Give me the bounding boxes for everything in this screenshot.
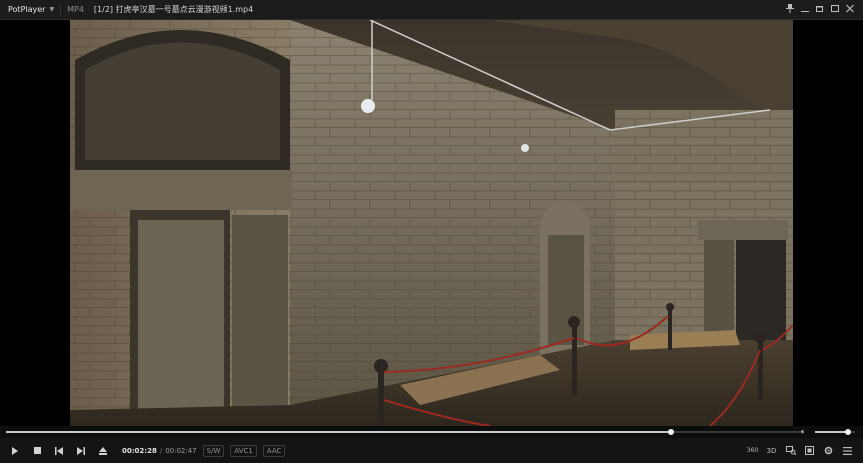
title-bar: PotPlayer ▼ MP4 [1/2] 打虎亭汉墓一号墓点云漫游视频1.mp… (0, 0, 863, 20)
current-time: 00:02:28 (122, 446, 157, 455)
control-bar: 00:02:28 / 00:02:47 S/W AVC1 AAC 360 3D (0, 438, 863, 463)
seek-bar-area: 🔈︎ (0, 426, 863, 438)
video-codec-badge[interactable]: AVC1 (230, 444, 257, 457)
volume-handle[interactable] (844, 429, 851, 435)
vr-360-icon[interactable]: 360 (743, 440, 762, 462)
volume-slider[interactable] (815, 429, 855, 435)
subtitle-search-icon[interactable] (781, 440, 800, 462)
pin-icon[interactable] (783, 4, 797, 16)
eject-icon[interactable] (92, 440, 114, 462)
volume-control: 🔈︎ (801, 426, 855, 438)
window-controls (782, 0, 857, 20)
stop-icon[interactable] (26, 440, 48, 462)
video-frame (70, 20, 793, 426)
volume-level (815, 431, 848, 433)
vr-360-label: 360 (746, 447, 759, 454)
3d-label: 3D (766, 446, 777, 455)
time-separator: / (159, 446, 163, 455)
video-viewport[interactable] (0, 20, 863, 426)
audio-codec-badge[interactable]: AAC (262, 444, 286, 457)
seek-handle[interactable] (667, 429, 674, 435)
playlist-menu-icon[interactable] (838, 440, 857, 462)
volume-icon[interactable]: 🔈︎ (801, 427, 811, 437)
previous-icon[interactable] (48, 440, 70, 462)
divider (60, 4, 62, 15)
3d-icon[interactable]: 3D (762, 440, 781, 462)
seek-bar[interactable] (6, 429, 801, 435)
maximize-icon[interactable] (828, 4, 842, 16)
tomb-interior-video-image (70, 20, 793, 426)
total-time: 00:02:47 (165, 446, 197, 455)
window-title: [1/2] 打虎亭汉墓一号墓点云漫游视频1.mp4 (93, 5, 254, 14)
chevron-down-icon: ▼ (49, 6, 55, 13)
seek-progress (6, 431, 671, 433)
app-menu-button[interactable]: PotPlayer ▼ (0, 5, 54, 14)
app-name: PotPlayer (8, 5, 46, 14)
settings-icon[interactable] (819, 440, 838, 462)
format-label: MP4 (67, 5, 84, 14)
decoder-badge[interactable]: S/W (202, 444, 225, 457)
capture-icon[interactable] (800, 440, 819, 462)
play-icon[interactable] (4, 440, 26, 462)
next-icon[interactable] (70, 440, 92, 462)
right-controls: 360 3D (743, 438, 857, 463)
close-icon[interactable] (843, 4, 857, 16)
restore-icon[interactable] (813, 4, 827, 16)
minimize-icon[interactable] (798, 4, 812, 16)
